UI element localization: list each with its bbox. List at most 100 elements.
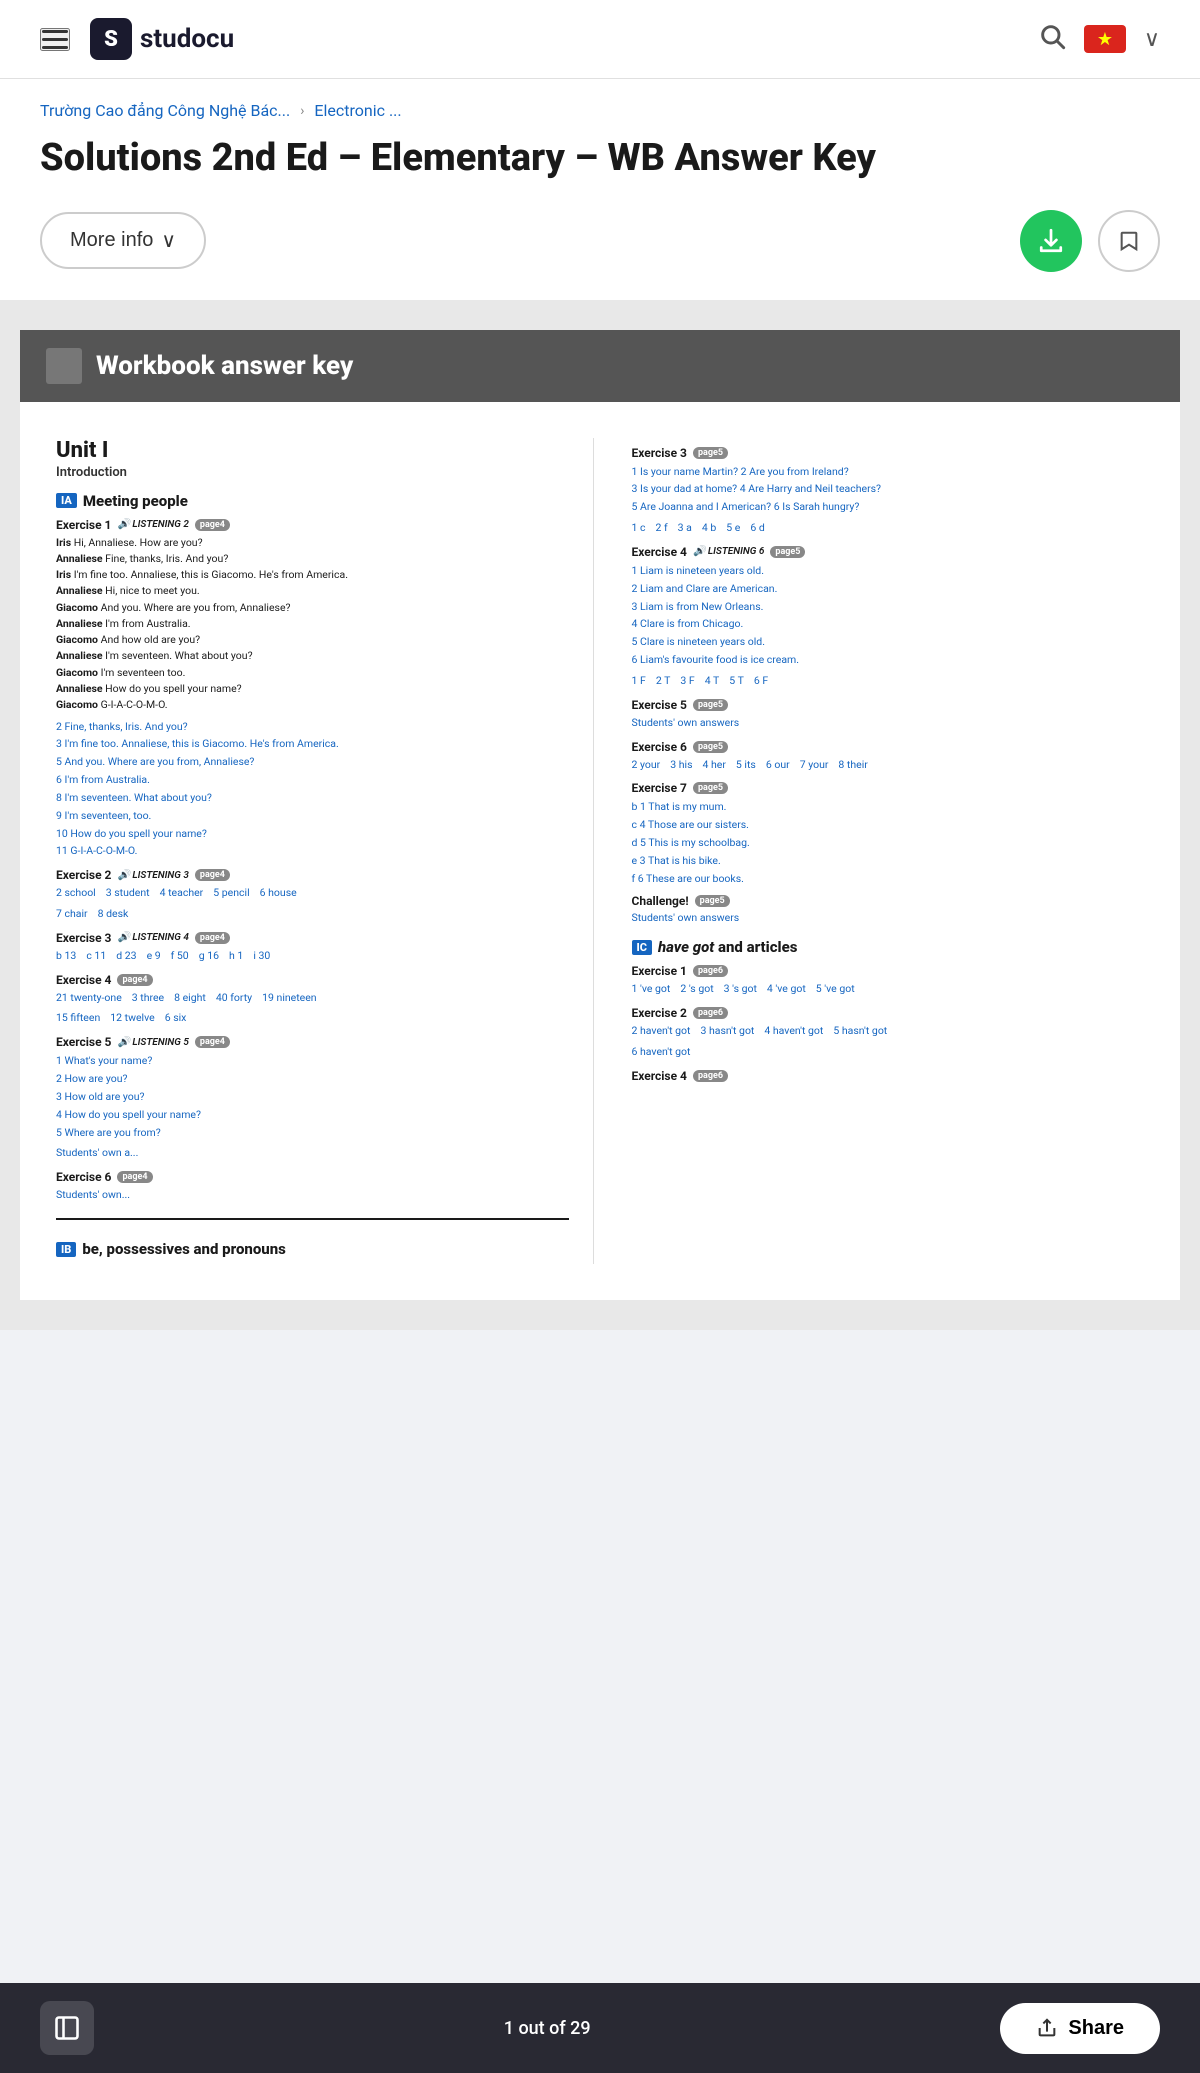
challenge-answers: Students' own answers bbox=[632, 910, 1145, 927]
header: S studocu ★ ∨ bbox=[0, 0, 1200, 79]
exercise-1c-2-title: Exercise 2 page6 bbox=[632, 1006, 1145, 1020]
exercise-3-right-label: Exercise 3 bbox=[632, 446, 687, 460]
title-section: Solutions 2nd Ed – Elementary – WB Answe… bbox=[0, 120, 1200, 210]
document-section: Workbook answer key Unit I Introduction … bbox=[0, 300, 1200, 1330]
breadcrumb-separator: › bbox=[300, 103, 304, 119]
logo-text: studocu bbox=[140, 24, 234, 54]
exercise-2-label: Exercise 2 bbox=[56, 868, 111, 882]
header-left: S studocu bbox=[40, 18, 234, 60]
exercise-3-right-questions: 1 Is your name Martin? 2 Are you from Ir… bbox=[632, 463, 1145, 517]
share-icon bbox=[1036, 2017, 1058, 2039]
exercise-6-students: Students' own... bbox=[56, 1187, 569, 1204]
section-1a-badge: IA bbox=[56, 493, 77, 508]
exercise-7-right-items: b 1 That is my mum. c 4 Those are our si… bbox=[632, 798, 1145, 887]
download-button[interactable] bbox=[1020, 210, 1082, 272]
exercise-1c-4-title: Exercise 4 page6 bbox=[632, 1069, 1145, 1083]
section-1c-heading: IC have got and articles bbox=[632, 938, 1145, 956]
doc-header: Workbook answer key bbox=[20, 330, 1180, 402]
section-1b-heading: IB be, possessives and pronouns bbox=[56, 1240, 569, 1258]
section-1c-badge: IC bbox=[632, 940, 652, 955]
exercise-1-title: Exercise 1 🔊 LISTENING 2 page4 bbox=[56, 518, 569, 532]
exercise-4-listening: 🔊 LISTENING 6 bbox=[693, 546, 764, 557]
section-1b-label: be, possessives and pronouns bbox=[82, 1240, 286, 1258]
bottom-bar: 1 out of 29 Share bbox=[0, 1983, 1200, 2073]
exercise-5-left-page: page4 bbox=[195, 1036, 230, 1048]
exercise-6-left-label: Exercise 6 bbox=[56, 1170, 111, 1184]
exercise-4-left-answers2: 15 fifteen12 twelve6 six bbox=[56, 1010, 569, 1027]
exercise-5-students: Students' own a... bbox=[56, 1145, 569, 1162]
exercise-3-right-answers: 1 c2 f3 a4 b5 e6 d bbox=[632, 520, 1145, 537]
challenge-page: page5 bbox=[695, 895, 730, 907]
exercise-3-listening: 🔊 LISTENING 4 bbox=[117, 932, 188, 943]
breadcrumb-section: Trường Cao đẳng Công Nghệ Bác... › Elect… bbox=[0, 79, 1200, 120]
left-column: Unit I Introduction IA Meeting people Ex… bbox=[56, 438, 594, 1264]
exercise-5-left-title: Exercise 5 🔊 LISTENING 5 page4 bbox=[56, 1035, 569, 1049]
exercise-4-left-page: page4 bbox=[117, 974, 152, 986]
section-1c: IC have got and articles Exercise 1 page… bbox=[632, 938, 1145, 1082]
exercise-6-right-label: Exercise 6 bbox=[632, 740, 687, 754]
exercise-3-left-label: Exercise 3 bbox=[56, 931, 111, 945]
exercise-2-listening: 🔊 LISTENING 3 bbox=[117, 870, 188, 881]
exercise-5-right-answers: Students' own answers bbox=[632, 715, 1145, 732]
exercise-1c-1-answers: 1 've got2 's got3 's got4 've got5 've … bbox=[632, 981, 1145, 998]
section-1c-label: have got and articles bbox=[658, 938, 797, 956]
share-label: Share bbox=[1068, 2017, 1124, 2040]
panel-icon bbox=[53, 2014, 81, 2042]
exercise-3-left-page: page4 bbox=[195, 932, 230, 944]
exercise-7-right-title: Exercise 7 page5 bbox=[632, 781, 1145, 795]
exercise-1c-4-label: Exercise 4 bbox=[632, 1069, 687, 1083]
page-title: Solutions 2nd Ed – Elementary – WB Answe… bbox=[40, 136, 1160, 182]
exercise-5-right-page: page5 bbox=[693, 699, 728, 711]
bookmark-icon bbox=[1118, 230, 1140, 252]
bookmark-button[interactable] bbox=[1098, 210, 1160, 272]
exercise-2-answers2: 7 chair8 desk bbox=[56, 906, 569, 923]
flag-icon: ★ bbox=[1084, 25, 1126, 53]
exercise-1c-2-answers: 2 haven't got3 hasn't got4 haven't got5 … bbox=[632, 1023, 1145, 1040]
exercise-4-left-label: Exercise 4 bbox=[56, 973, 111, 987]
panel-toggle-button[interactable] bbox=[40, 2001, 94, 2055]
exercise-5-right-label: Exercise 5 bbox=[632, 698, 687, 712]
exercise-7-right-label: Exercise 7 bbox=[632, 781, 687, 795]
exercise-5-listening: 🔊 LISTENING 5 bbox=[117, 1037, 188, 1048]
exercise-5-left-label: Exercise 5 bbox=[56, 1035, 111, 1049]
exercise-4-right-answers: 1 F2 T3 F4 T5 T6 F bbox=[632, 673, 1145, 690]
logo-icon: S bbox=[90, 18, 132, 60]
challenge-label: Challenge! page5 bbox=[632, 894, 1145, 908]
chevron-down-button[interactable]: ∨ bbox=[1144, 26, 1160, 52]
exercise-6-left-page: page4 bbox=[117, 1171, 152, 1183]
share-button[interactable]: Share bbox=[1000, 2003, 1160, 2054]
exercise-4-right-label: Exercise 4 bbox=[632, 545, 687, 559]
more-info-label: More info bbox=[70, 229, 153, 252]
section-1a-label: Meeting people bbox=[83, 492, 188, 510]
more-info-chevron: ∨ bbox=[161, 228, 176, 253]
breadcrumb-subject: Electronic ... bbox=[314, 101, 401, 120]
exercise-4-right-items: 1 Liam is nineteen years old. 2 Liam and… bbox=[632, 562, 1145, 669]
exercise-3-left-answers: b 13c 11d 23e 9f 50g 16h 1i 30 bbox=[56, 948, 569, 965]
hamburger-menu[interactable] bbox=[40, 28, 70, 51]
breadcrumb-school[interactable]: Trường Cao đẳng Công Nghệ Bác... bbox=[40, 101, 290, 120]
doc-header-icon bbox=[46, 348, 82, 384]
more-info-button[interactable]: More info ∨ bbox=[40, 212, 206, 269]
exercise-1c-1-label: Exercise 1 bbox=[632, 964, 687, 978]
exercise-6-left-title: Exercise 6 page4 bbox=[56, 1170, 569, 1184]
exercise-6-right-title: Exercise 6 page5 bbox=[632, 740, 1145, 754]
doc-page: Unit I Introduction IA Meeting people Ex… bbox=[20, 402, 1180, 1300]
exercise-2-answers: 2 school3 student4 teacher5 pencil6 hous… bbox=[56, 885, 569, 902]
exercise-2-page: page4 bbox=[195, 869, 230, 881]
section-1b-badge: IB bbox=[56, 1242, 76, 1257]
exercise-1-dialogue: Iris Hi, Annaliese. How are you? Annalie… bbox=[56, 535, 569, 714]
exercise-4-left-answers: 21 twenty-one3 three8 eight40 forty19 ni… bbox=[56, 990, 569, 1007]
exercise-4-left-title: Exercise 4 page4 bbox=[56, 973, 569, 987]
action-bar: More info ∨ bbox=[0, 210, 1200, 300]
exercise-1c-2-label: Exercise 2 bbox=[632, 1006, 687, 1020]
exercise-5-right-title: Exercise 5 page5 bbox=[632, 698, 1145, 712]
exercise-3-left-title: Exercise 3 🔊 LISTENING 4 page4 bbox=[56, 931, 569, 945]
logo[interactable]: S studocu bbox=[90, 18, 234, 60]
exercise-1-answers: 2 Fine, thanks, Iris. And you? 3 I'm fin… bbox=[56, 718, 569, 861]
exercise-1-listening-badge: 🔊 LISTENING 2 bbox=[117, 519, 188, 530]
exercise-5-left-answers: 1 What's your name? 2 How are you? 3 How… bbox=[56, 1052, 569, 1141]
exercise-1c-1-title: Exercise 1 page6 bbox=[632, 964, 1145, 978]
challenge-text: Challenge! bbox=[632, 894, 689, 908]
search-button[interactable] bbox=[1038, 22, 1066, 57]
exercise-7-right-page: page5 bbox=[693, 782, 728, 794]
